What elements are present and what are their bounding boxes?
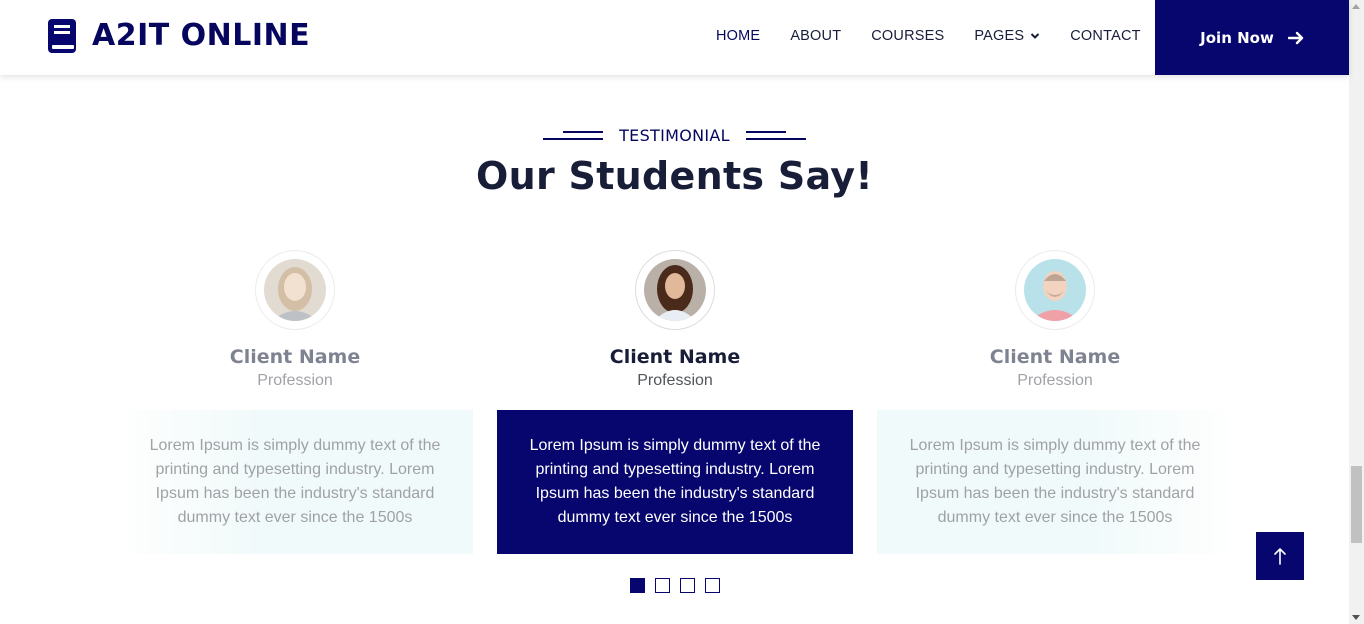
testimonial-card-active: Client Name Profession Lorem Ipsum is si… <box>497 250 853 554</box>
page-scrollbar[interactable] <box>1349 0 1364 624</box>
testimonial-quote: Lorem Ipsum is simply dummy text of the … <box>497 410 853 554</box>
client-name: Client Name <box>609 346 741 368</box>
client-name: Client Name <box>229 346 361 368</box>
navbar: A2IT ONLINE HOME ABOUT COURSES PAGES CON… <box>0 0 1349 75</box>
book-icon <box>48 18 76 53</box>
avatar <box>644 259 706 321</box>
carousel-dot[interactable] <box>655 578 670 593</box>
carousel-dot[interactable] <box>680 578 695 593</box>
nav-pages[interactable]: PAGES <box>974 28 1040 44</box>
section-kicker: TESTIMONIAL <box>0 126 1349 145</box>
back-to-top-button[interactable] <box>1256 532 1304 580</box>
nav-about-label: ABOUT <box>790 28 842 44</box>
nav-contact-label: CONTACT <box>1070 28 1141 44</box>
carousel-dots <box>630 578 730 593</box>
client-profession: Profession <box>1017 372 1093 389</box>
kicker-text: TESTIMONIAL <box>619 126 730 145</box>
avatar-frame <box>1015 250 1095 330</box>
carousel-dot[interactable] <box>630 578 645 593</box>
nav-courses[interactable]: COURSES <box>871 28 944 44</box>
nav-contact[interactable]: CONTACT <box>1070 28 1140 44</box>
nav-pages-label: PAGES <box>974 28 1025 44</box>
testimonial-card: Client Name Profession Lorem Ipsum is si… <box>117 250 473 554</box>
avatar <box>264 259 326 321</box>
kicker-line-left <box>543 131 604 140</box>
avatar-frame <box>255 250 335 330</box>
join-now-label: Join Now <box>1200 28 1274 47</box>
scroll-up-arrow-icon[interactable] <box>1352 4 1360 9</box>
client-profession: Profession <box>637 372 713 389</box>
scroll-down-arrow-icon[interactable] <box>1352 615 1360 620</box>
nav-home-label: HOME <box>716 28 761 44</box>
section-title: Our Students Say! <box>476 154 873 198</box>
brand-name: A2IT ONLINE <box>92 18 311 53</box>
brand-logo[interactable]: A2IT ONLINE <box>48 18 310 53</box>
scroll-thumb[interactable] <box>1351 466 1362 543</box>
nav-about[interactable]: ABOUT <box>790 28 841 44</box>
main-nav: HOME ABOUT COURSES PAGES CONTACT <box>716 28 1171 44</box>
arrow-right-icon <box>1287 31 1304 44</box>
join-now-button[interactable]: Join Now <box>1155 0 1349 75</box>
testimonial-card: Client Name Profession Lorem Ipsum is si… <box>877 250 1233 554</box>
chevron-down-icon <box>1031 33 1040 39</box>
nav-home[interactable]: HOME <box>716 28 760 44</box>
testimonial-quote: Lorem Ipsum is simply dummy text of the … <box>877 410 1233 554</box>
nav-courses-label: COURSES <box>871 28 945 44</box>
kicker-line-right <box>745 131 806 140</box>
avatar <box>1024 259 1086 321</box>
arrow-up-icon <box>1274 548 1286 565</box>
client-name: Client Name <box>989 346 1121 368</box>
avatar-frame <box>635 250 715 330</box>
testimonial-quote: Lorem Ipsum is simply dummy text of the … <box>117 410 473 554</box>
client-profession: Profession <box>257 372 333 389</box>
carousel-dot[interactable] <box>705 578 720 593</box>
